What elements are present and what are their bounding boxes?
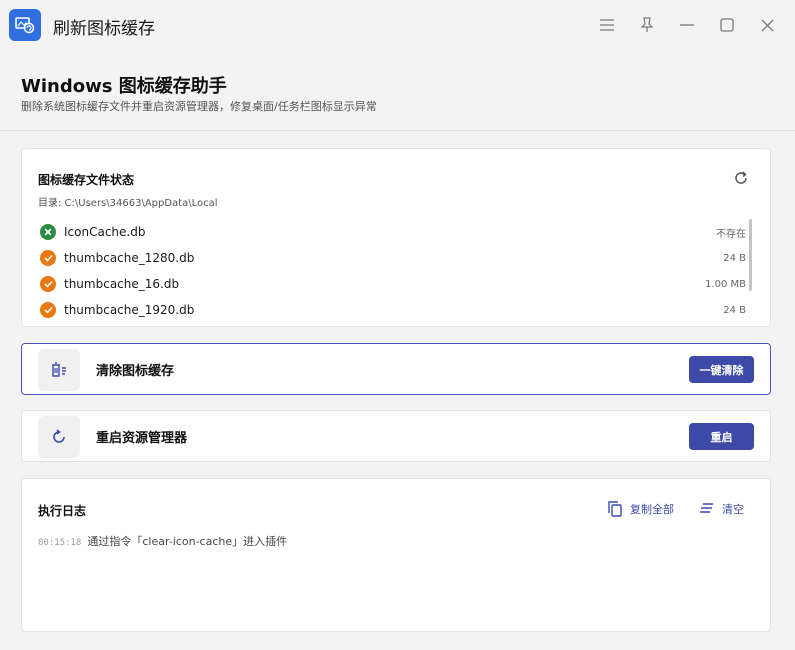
check-circle-icon bbox=[40, 302, 56, 318]
refresh-icon[interactable] bbox=[734, 170, 750, 186]
file-size: 不存在 bbox=[716, 228, 746, 240]
list-item: thumbcache_16.db 1.00 MB bbox=[38, 271, 748, 297]
status-directory: 目录: C:\Users\34663\AppData\Local bbox=[38, 198, 218, 209]
clear-log-label: 清空 bbox=[722, 503, 744, 516]
file-name: thumbcache_1280.db bbox=[64, 251, 195, 265]
file-name: thumbcache_16.db bbox=[64, 277, 180, 291]
log-entry: 00:15:18 通过指令「clear-icon-cache」进入插件 bbox=[38, 533, 287, 549]
log-message: 通过指令「clear-icon-cache」进入插件 bbox=[87, 535, 288, 548]
file-name: IconCache.db bbox=[64, 225, 146, 239]
close-icon[interactable] bbox=[757, 15, 777, 35]
copy-icon bbox=[608, 501, 622, 517]
clear-cache-label: 清除图标缓存 bbox=[96, 364, 175, 379]
pin-icon[interactable] bbox=[637, 15, 657, 35]
file-size: 24 B bbox=[723, 304, 746, 316]
trash-icon bbox=[38, 349, 80, 391]
status-title: 图标缓存文件状态 bbox=[38, 173, 135, 187]
restart-icon bbox=[38, 416, 80, 458]
header-divider bbox=[0, 130, 795, 131]
restart-explorer-card: 重启资源管理器 重启 bbox=[21, 410, 771, 462]
restart-explorer-label: 重启资源管理器 bbox=[96, 431, 188, 446]
list-item: thumbcache_1280.db 24 B bbox=[38, 245, 748, 271]
file-size: 24 B bbox=[723, 252, 746, 264]
file-list-scrollbar[interactable] bbox=[749, 219, 752, 291]
clear-cache-button[interactable]: 一键清除 bbox=[689, 356, 754, 383]
file-size: 1.00 MB bbox=[705, 278, 746, 290]
log-timestamp: 00:15:18 bbox=[38, 538, 82, 548]
page-title: Windows 图标缓存助手 bbox=[21, 76, 227, 97]
copy-all-button[interactable]: 复制全部 bbox=[608, 501, 674, 517]
menu-icon[interactable] bbox=[597, 15, 617, 35]
x-circle-icon bbox=[40, 224, 56, 240]
file-name: thumbcache_1920.db bbox=[64, 303, 195, 317]
page-subtitle: 删除系统图标缓存文件并重启资源管理器，修复桌面/任务栏图标显示异常 bbox=[21, 100, 377, 113]
clear-cache-card: 清除图标缓存 一键清除 bbox=[21, 343, 771, 395]
title-bar: 刷新图标缓存 bbox=[0, 0, 795, 50]
copy-all-label: 复制全部 bbox=[630, 503, 674, 516]
cache-status-card: 图标缓存文件状态 目录: C:\Users\34663\AppData\Loca… bbox=[21, 148, 771, 327]
maximize-icon[interactable] bbox=[717, 15, 737, 35]
list-item: IconCache.db 不存在 bbox=[38, 219, 748, 245]
execution-log-card: 执行日志 复制全部 清空 00:15:18 通过指令「clear-icon-cac… bbox=[21, 478, 771, 632]
clear-log-button[interactable]: 清空 bbox=[700, 501, 744, 517]
clear-lines-icon bbox=[700, 503, 713, 513]
check-circle-icon bbox=[40, 276, 56, 292]
file-list: IconCache.db 不存在 thumbcache_1280.db 24 B… bbox=[38, 219, 748, 323]
list-item: thumbcache_1920.db 24 B bbox=[38, 297, 748, 323]
minimize-icon[interactable] bbox=[677, 15, 697, 35]
check-circle-icon bbox=[40, 250, 56, 266]
restart-button[interactable]: 重启 bbox=[689, 423, 754, 450]
log-title: 执行日志 bbox=[38, 504, 87, 518]
app-logo-icon bbox=[9, 9, 41, 41]
app-title: 刷新图标缓存 bbox=[53, 19, 155, 39]
